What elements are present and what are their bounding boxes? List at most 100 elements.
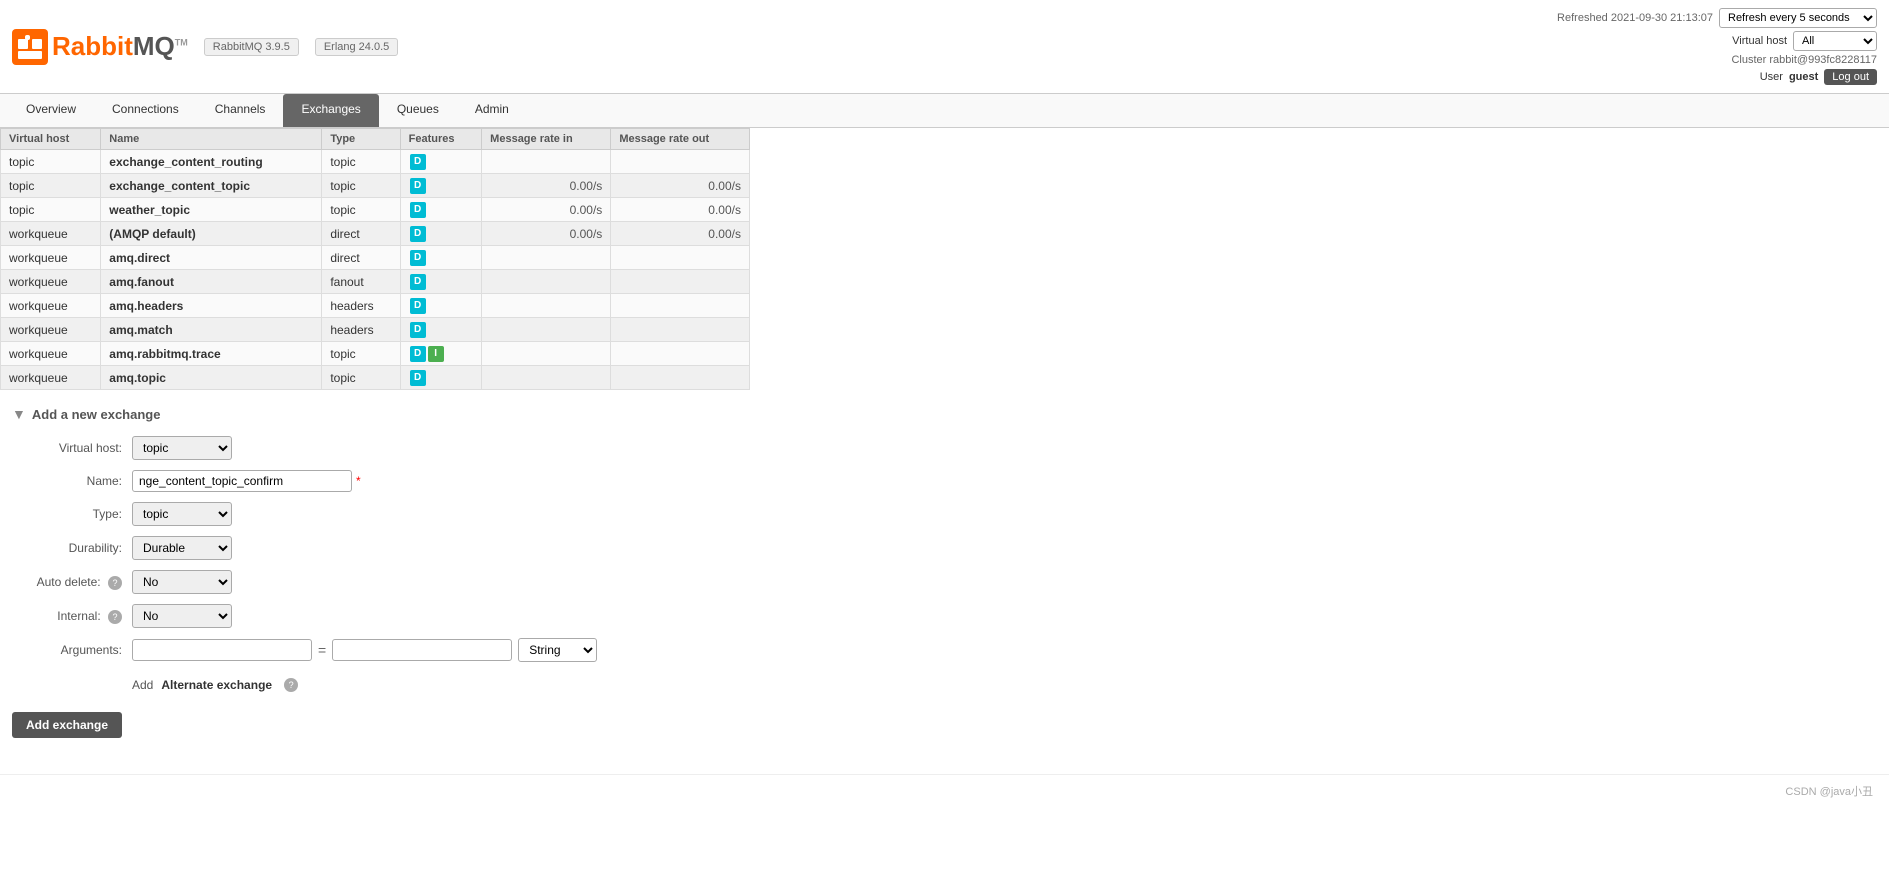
cell-rate-out: 0.00/s bbox=[611, 222, 750, 246]
nav-item-exchanges[interactable]: Exchanges bbox=[283, 94, 378, 127]
cell-rate-in bbox=[482, 150, 611, 174]
add-arg-link[interactable]: Add bbox=[132, 678, 153, 692]
alternate-exchange-label: Alternate exchange bbox=[161, 678, 272, 692]
vhost-form-select[interactable]: topic/workqueue bbox=[132, 436, 232, 460]
args-type-select[interactable]: StringNumberBoolean bbox=[518, 638, 597, 662]
nav-item-admin[interactable]: Admin bbox=[457, 94, 527, 127]
cell-name[interactable]: amq.rabbitmq.trace bbox=[109, 347, 220, 361]
durability-form-label: Durability: bbox=[12, 541, 132, 555]
logout-button[interactable]: Log out bbox=[1824, 69, 1877, 85]
cell-vhost: topic bbox=[1, 150, 101, 174]
cell-name[interactable]: amq.direct bbox=[109, 251, 170, 265]
vhost-row: Virtual host All/topicworkqueue bbox=[1732, 31, 1877, 51]
cell-type: topic bbox=[322, 342, 400, 366]
cell-name[interactable]: (AMQP default) bbox=[109, 227, 195, 241]
cell-name[interactable]: amq.fanout bbox=[109, 275, 174, 289]
cell-rate-out bbox=[611, 270, 750, 294]
version-badge: RabbitMQ 3.9.5 bbox=[204, 38, 299, 56]
cell-rate-out bbox=[611, 246, 750, 270]
durability-form-row: Durability: DurableTransient bbox=[12, 536, 1877, 560]
cell-name[interactable]: amq.topic bbox=[109, 371, 166, 385]
cell-name[interactable]: exchange_content_topic bbox=[109, 179, 250, 193]
cell-vhost: topic bbox=[1, 198, 101, 222]
cluster-name: rabbit@993fc8228117 bbox=[1769, 54, 1877, 66]
cell-name[interactable]: amq.headers bbox=[109, 299, 183, 313]
feature-badge-d: D bbox=[410, 226, 426, 242]
cell-type: topic bbox=[322, 174, 400, 198]
cell-vhost: workqueue bbox=[1, 342, 101, 366]
cell-name[interactable]: weather_topic bbox=[109, 203, 190, 217]
cell-vhost: workqueue bbox=[1, 366, 101, 390]
table-row: workqueueamq.rabbitmq.tracetopicDI bbox=[1, 342, 750, 366]
vhost-form-label: Virtual host: bbox=[12, 441, 132, 455]
cell-features: D bbox=[400, 246, 482, 270]
col-rate-out: Message rate out bbox=[611, 129, 750, 150]
feature-badge-d: D bbox=[410, 154, 426, 170]
vhost-select[interactable]: All/topicworkqueue bbox=[1793, 31, 1877, 51]
cell-rate-out: 0.00/s bbox=[611, 198, 750, 222]
refreshed-timestamp: Refreshed 2021-09-30 21:13:07 bbox=[1557, 12, 1713, 24]
cell-name[interactable]: amq.match bbox=[109, 323, 172, 337]
cell-rate-out bbox=[611, 366, 750, 390]
cell-features: D bbox=[400, 150, 482, 174]
cell-rate-out bbox=[611, 342, 750, 366]
refresh-row: Refreshed 2021-09-30 21:13:07 Refresh ev… bbox=[1557, 8, 1877, 28]
nav-item-channels[interactable]: Channels bbox=[197, 94, 284, 127]
nav-item-connections[interactable]: Connections bbox=[94, 94, 197, 127]
exchanges-table: Virtual host Name Type Features Message … bbox=[0, 128, 750, 390]
cell-type: topic bbox=[322, 198, 400, 222]
add-arg-row: Add Alternate exchange ? bbox=[132, 678, 298, 692]
cell-vhost: workqueue bbox=[1, 294, 101, 318]
col-rate-in: Message rate in bbox=[482, 129, 611, 150]
name-form-label: Name: bbox=[12, 474, 132, 488]
nav: OverviewConnectionsChannelsExchangesQueu… bbox=[0, 94, 1889, 128]
feature-badge-d: D bbox=[410, 178, 426, 194]
cell-type: topic bbox=[322, 366, 400, 390]
internal-form-select[interactable]: NoYes bbox=[132, 604, 232, 628]
add-exchange-title: Add a new exchange bbox=[32, 407, 161, 422]
feature-badge-d: D bbox=[410, 274, 426, 290]
cell-rate-out bbox=[611, 294, 750, 318]
arguments-form-label: Arguments: bbox=[12, 643, 132, 657]
add-exchange-section: ▼ Add a new exchange Virtual host: topic… bbox=[0, 390, 1889, 754]
alternate-exchange-help[interactable]: ? bbox=[284, 678, 298, 692]
durability-form-select[interactable]: DurableTransient bbox=[132, 536, 232, 560]
vhost-label: Virtual host bbox=[1732, 35, 1787, 47]
col-vhost: Virtual host bbox=[1, 129, 101, 150]
cell-type: topic bbox=[322, 150, 400, 174]
nav-item-queues[interactable]: Queues bbox=[379, 94, 457, 127]
auto-delete-help[interactable]: ? bbox=[108, 576, 122, 590]
type-form-select[interactable]: topicdirectfanoutheaders bbox=[132, 502, 232, 526]
add-exchange-button[interactable]: Add exchange bbox=[12, 712, 122, 738]
add-exchange-header[interactable]: ▼ Add a new exchange bbox=[12, 406, 1877, 422]
internal-form-row: Internal: ? NoYes bbox=[12, 604, 1877, 628]
add-exchange-form: Virtual host: topic/workqueue Name: * Ty… bbox=[12, 436, 1877, 692]
nav-item-overview[interactable]: Overview bbox=[8, 94, 94, 127]
cell-rate-in bbox=[482, 366, 611, 390]
add-arg-form-row: Add Alternate exchange ? bbox=[12, 672, 1877, 692]
table-row: workqueueamq.directdirectD bbox=[1, 246, 750, 270]
cell-type: headers bbox=[322, 294, 400, 318]
internal-help[interactable]: ? bbox=[108, 610, 122, 624]
cell-rate-in bbox=[482, 270, 611, 294]
cell-type: fanout bbox=[322, 270, 400, 294]
refresh-select[interactable]: Refresh every 5 secondsRefresh every 10 … bbox=[1719, 8, 1877, 28]
header-right: Refreshed 2021-09-30 21:13:07 Refresh ev… bbox=[1557, 8, 1877, 85]
col-features: Features bbox=[400, 129, 482, 150]
erlang-badge: Erlang 24.0.5 bbox=[315, 38, 398, 56]
auto-delete-form-label: Auto delete: ? bbox=[12, 575, 132, 590]
feature-badge-d: D bbox=[410, 370, 426, 386]
name-input[interactable] bbox=[132, 470, 352, 492]
cell-features: D bbox=[400, 294, 482, 318]
feature-badge-d: D bbox=[410, 322, 426, 338]
args-row: = StringNumberBoolean bbox=[132, 638, 597, 662]
feature-badge-d: D bbox=[410, 346, 426, 362]
auto-delete-form-select[interactable]: NoYes bbox=[132, 570, 232, 594]
cluster-row: Cluster rabbit@993fc8228117 bbox=[1731, 54, 1877, 66]
cell-rate-in bbox=[482, 246, 611, 270]
cell-name[interactable]: exchange_content_routing bbox=[109, 155, 262, 169]
cell-type: direct bbox=[322, 246, 400, 270]
args-val-input[interactable] bbox=[332, 639, 512, 661]
feature-badge-d: D bbox=[410, 250, 426, 266]
args-key-input[interactable] bbox=[132, 639, 312, 661]
